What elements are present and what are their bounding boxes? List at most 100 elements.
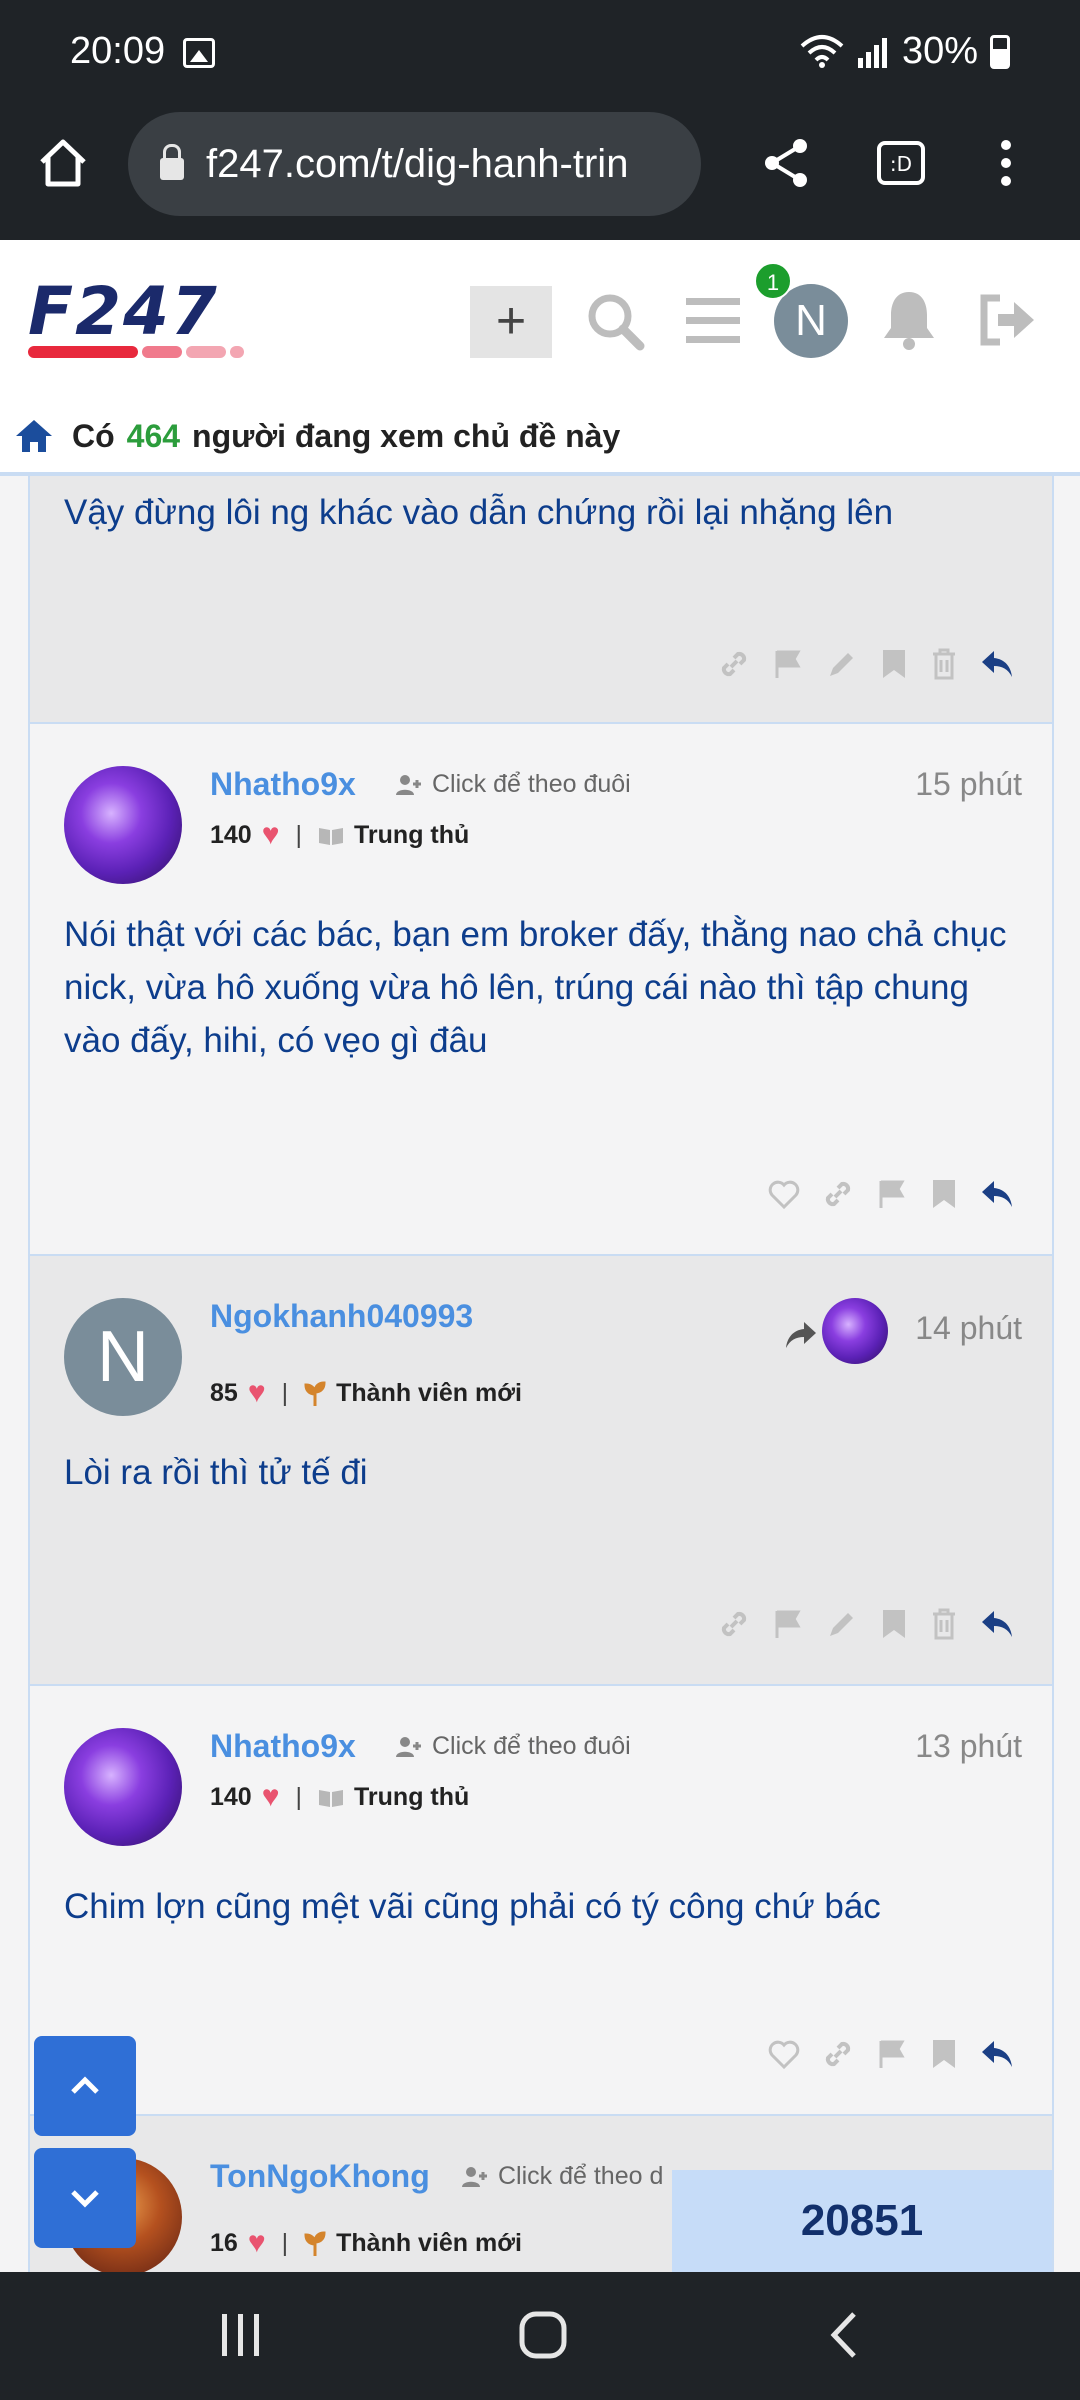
site-logo[interactable]: F247 xyxy=(28,273,244,358)
username[interactable]: TonNgoKhong xyxy=(210,2158,430,2195)
system-nav-bar xyxy=(0,2272,1080,2400)
more-menu-icon[interactable] xyxy=(998,138,1014,188)
bookmark-icon[interactable] xyxy=(930,1178,958,1210)
post-counter[interactable]: 20851 xyxy=(672,2170,1052,2272)
bookmark-icon[interactable] xyxy=(930,2038,958,2070)
flag-icon[interactable] xyxy=(876,2038,908,2070)
bell-icon[interactable] xyxy=(880,288,938,352)
search-icon[interactable] xyxy=(584,290,646,352)
status-bar: 20:09 30% xyxy=(0,0,1080,108)
like-count: 140 xyxy=(210,1782,252,1811)
add-user-icon xyxy=(462,2166,487,2187)
flag-icon[interactable] xyxy=(772,648,804,680)
link-icon[interactable] xyxy=(822,1178,854,1210)
reply-icon[interactable] xyxy=(980,649,1014,679)
reply-icon[interactable] xyxy=(980,2039,1014,2069)
address-bar[interactable]: f247.com/t/dig-hanh-trin xyxy=(128,112,701,216)
home-icon[interactable] xyxy=(36,136,90,190)
follow-label: Click để theo đuôi xyxy=(432,1732,631,1760)
post-content: Lòi ra rồi thì tử tế đi xyxy=(64,1453,368,1492)
reply-to-avatar[interactable] xyxy=(822,1298,888,1364)
chevron-down-icon xyxy=(71,2190,99,2208)
logo-text: F247 xyxy=(28,273,219,350)
user-meta: 140 ♥ | Trung thủ xyxy=(210,1780,469,1814)
back-icon[interactable] xyxy=(826,2310,860,2360)
recent-apps-icon[interactable] xyxy=(218,2312,264,2358)
username[interactable]: Nhatho9x xyxy=(210,766,356,803)
add-user-icon xyxy=(396,774,421,795)
post-time[interactable]: 14 phút xyxy=(915,1310,1022,1347)
delete-icon[interactable] xyxy=(930,1608,958,1640)
bookmark-icon[interactable] xyxy=(880,648,908,680)
wifi-icon xyxy=(800,34,844,68)
user-meta: 85 ♥ | Thành viên mới xyxy=(210,1376,522,1410)
signal-icon xyxy=(857,37,887,68)
follow-label: Click để theo đuôi xyxy=(432,770,631,798)
post-time[interactable]: 15 phút xyxy=(915,766,1022,803)
user-rank: Trung thủ xyxy=(354,1782,470,1811)
post-content: Nói thật với các bác, bạn em broker đấy,… xyxy=(64,915,1007,1060)
link-icon[interactable] xyxy=(822,2038,854,2070)
post-actions xyxy=(768,2038,1014,2070)
reply-icon[interactable] xyxy=(980,1179,1014,1209)
flag-icon[interactable] xyxy=(876,1178,908,1210)
username[interactable]: Ngokhanh040993 xyxy=(210,1298,473,1335)
post-time[interactable]: 13 phút xyxy=(915,1728,1022,1765)
divider: | xyxy=(295,820,303,849)
site-header: F247 + N 1 xyxy=(0,240,1080,400)
like-count: 85 xyxy=(210,1378,238,1407)
scroll-down-button[interactable] xyxy=(34,2148,136,2248)
follow-button[interactable]: Click để theo d xyxy=(462,2162,663,2191)
edit-icon[interactable] xyxy=(826,648,858,680)
reply-to-icon[interactable] xyxy=(782,1320,818,1350)
battery-icon xyxy=(990,34,1010,69)
username[interactable]: Nhatho9x xyxy=(210,1728,356,1765)
follow-button[interactable]: Click để theo đuôi xyxy=(396,1732,631,1761)
user-rank: Thành viên mới xyxy=(336,2228,522,2257)
home-icon[interactable] xyxy=(14,418,54,454)
follow-label: Click để theo d xyxy=(498,2162,664,2190)
avatar[interactable] xyxy=(64,766,182,884)
home-button-icon[interactable] xyxy=(518,2310,568,2360)
edit-icon[interactable] xyxy=(826,1608,858,1640)
heart-icon: ♥ xyxy=(261,818,280,851)
viewers-count: 464 xyxy=(126,417,181,454)
avatar[interactable] xyxy=(64,1728,182,1846)
post: Nhatho9x Click để theo đuôi 13 phút 140 … xyxy=(28,1686,1054,2116)
sprout-icon xyxy=(304,2231,326,2256)
lock-icon xyxy=(160,144,184,180)
heart-icon: ♥ xyxy=(247,1376,266,1409)
share-icon[interactable] xyxy=(762,136,812,190)
reply-icon[interactable] xyxy=(980,1609,1014,1639)
user-rank: Thành viên mới xyxy=(336,1378,522,1407)
hamburger-menu-icon[interactable] xyxy=(684,296,742,346)
url-text: f247.com/t/dig-hanh-trin xyxy=(206,141,629,186)
add-user-icon xyxy=(396,1736,421,1757)
delete-icon[interactable] xyxy=(930,648,958,680)
status-indicators: 30% xyxy=(800,30,1010,73)
bookmark-icon[interactable] xyxy=(880,1608,908,1640)
user-rank: Trung thủ xyxy=(354,820,470,849)
battery-percent: 30% xyxy=(901,30,978,72)
link-icon[interactable] xyxy=(718,648,750,680)
user-meta: 16 ♥ | Thành viên mới xyxy=(210,2226,522,2260)
divider: | xyxy=(281,1378,289,1407)
svg-text::D: :D xyxy=(890,152,912,176)
heart-outline-icon[interactable] xyxy=(768,1179,800,1209)
post-actions xyxy=(718,1608,1014,1640)
scroll-up-button[interactable] xyxy=(34,2036,136,2136)
avatar[interactable]: N xyxy=(64,1298,182,1416)
logout-icon[interactable] xyxy=(976,292,1038,348)
status-time: 20:09 xyxy=(70,30,166,72)
new-topic-button[interactable]: + xyxy=(470,286,552,358)
browser-toolbar: f247.com/t/dig-hanh-trin :D xyxy=(0,108,1080,240)
heart-outline-icon[interactable] xyxy=(768,2039,800,2069)
tab-switcher-icon[interactable]: :D xyxy=(876,140,926,186)
link-icon[interactable] xyxy=(718,1608,750,1640)
divider: | xyxy=(295,1782,303,1811)
heart-icon: ♥ xyxy=(261,1780,280,1813)
post: Vậy đừng lôi ng khác vào dẫn chứng rồi l… xyxy=(28,476,1054,724)
follow-button[interactable]: Click để theo đuôi xyxy=(396,770,631,799)
flag-icon[interactable] xyxy=(772,1608,804,1640)
heart-icon: ♥ xyxy=(247,2226,266,2259)
